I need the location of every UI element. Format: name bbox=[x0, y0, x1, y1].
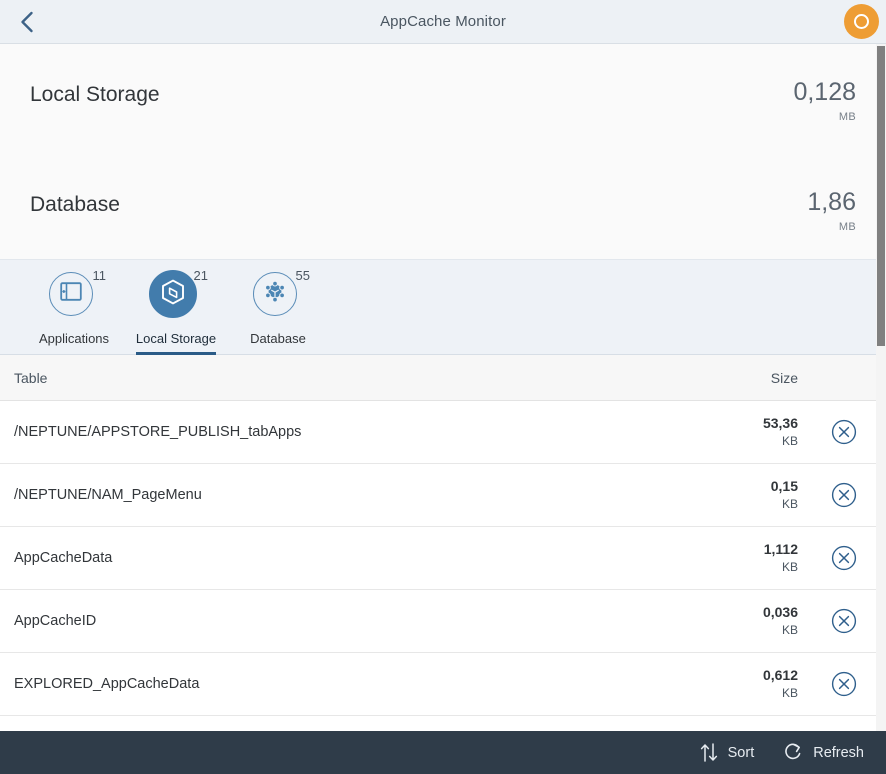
tab-icon-circle bbox=[149, 270, 197, 318]
tab-icon-circle bbox=[49, 272, 93, 316]
table-row[interactable]: /NEPTUNE/NAM_PageMenu 0,15 KB bbox=[0, 464, 886, 527]
table-cell-size: 0,15 KB bbox=[696, 478, 816, 513]
table-cell-size: 0,612 KB bbox=[696, 667, 816, 702]
tab-badge: 21 bbox=[194, 269, 208, 282]
content-scroll-area: Local Storage 0,128 MB Database 1,86 MB bbox=[0, 44, 886, 731]
tab-label: Database bbox=[250, 331, 306, 346]
sort-button[interactable]: Sort bbox=[699, 742, 755, 763]
cube-icon bbox=[161, 279, 185, 310]
table-cell-size: 1,112 KB bbox=[696, 541, 816, 576]
tab-label: Applications bbox=[39, 331, 109, 346]
table-cell-size-unit: KB bbox=[696, 560, 798, 575]
table-cell-action bbox=[816, 671, 872, 697]
table-cell-size-value: 1,112 bbox=[696, 541, 798, 559]
table-cell-action bbox=[816, 482, 872, 508]
tab-label: Local Storage bbox=[136, 331, 216, 346]
summary-item-local-storage: Local Storage 0,128 MB bbox=[0, 44, 886, 154]
tab-badge: 55 bbox=[296, 269, 310, 282]
column-header-size[interactable]: Size bbox=[696, 370, 816, 386]
table-row[interactable]: AppCacheID 0,036 KB bbox=[0, 590, 886, 653]
sort-arrows-icon bbox=[699, 742, 719, 763]
table-cell-action bbox=[816, 419, 872, 445]
tab-applications[interactable]: 11 Applications bbox=[30, 260, 118, 355]
table-cell-name: AppCacheData bbox=[14, 550, 696, 566]
storage-summary: Local Storage 0,128 MB Database 1,86 MB bbox=[0, 44, 886, 259]
table-cell-action bbox=[816, 608, 872, 634]
table-cell-size-unit: KB bbox=[696, 686, 798, 701]
tab-icon-group: 55 bbox=[247, 272, 309, 320]
table-cell-name: /NEPTUNE/APPSTORE_PUBLISH_tabApps bbox=[14, 424, 696, 440]
tab-local-storage[interactable]: 21 Local Storage bbox=[132, 260, 220, 355]
table-cell-size-unit: KB bbox=[696, 434, 798, 449]
summary-value-group: 0,128 MB bbox=[793, 80, 856, 123]
tab-badge: 11 bbox=[93, 269, 107, 282]
summary-item-database: Database 1,86 MB bbox=[0, 154, 886, 259]
table-cell-name: AppCacheID bbox=[14, 613, 696, 629]
icon-tab-bar: 11 Applications 21 bbox=[0, 259, 886, 355]
summary-unit: MB bbox=[807, 222, 856, 233]
tab-database[interactable]: 55 Database bbox=[234, 260, 322, 355]
table-cell-name: /NEPTUNE/NAM_PageMenu bbox=[14, 487, 696, 503]
table-header: Table Size bbox=[0, 355, 886, 401]
back-button[interactable] bbox=[10, 6, 42, 38]
table-cell-size: 53,36 KB bbox=[696, 415, 816, 450]
table-row[interactable]: /NEPTUNE/APPSTORE_PUBLISH_tabApps 53,36 … bbox=[0, 401, 886, 464]
summary-value: 1,86 bbox=[807, 190, 856, 215]
refresh-button-label: Refresh bbox=[813, 745, 864, 761]
summary-value-group: 1,86 MB bbox=[807, 190, 856, 233]
delete-circle-icon[interactable] bbox=[831, 482, 857, 508]
table-cell-action bbox=[816, 545, 872, 571]
delete-circle-icon[interactable] bbox=[831, 671, 857, 697]
table-cell-size-unit: KB bbox=[696, 623, 798, 638]
appcache-monitor-app: AppCache Monitor Local Storage 0,128 MB … bbox=[0, 0, 886, 774]
delete-circle-icon[interactable] bbox=[831, 608, 857, 634]
table-cell-name: EXPLORED_AppCacheData bbox=[14, 676, 696, 692]
delete-circle-icon[interactable] bbox=[831, 419, 857, 445]
database-icon bbox=[263, 280, 287, 309]
refresh-button[interactable]: Refresh bbox=[784, 742, 864, 763]
tab-active-underline bbox=[136, 352, 216, 355]
summary-unit: MB bbox=[793, 112, 856, 123]
table-row[interactable]: EXPLORED_AppCacheData 0,612 KB bbox=[0, 653, 886, 716]
summary-label: Local Storage bbox=[30, 80, 160, 105]
footer-toolbar: Sort Refresh bbox=[0, 731, 886, 774]
page-title: AppCache Monitor bbox=[0, 13, 886, 30]
tab-icon-group: 21 bbox=[145, 272, 207, 320]
summary-label: Database bbox=[30, 190, 120, 215]
scrollbar-thumb[interactable] bbox=[877, 46, 885, 346]
app-header: AppCache Monitor bbox=[0, 0, 886, 44]
table-body: /NEPTUNE/APPSTORE_PUBLISH_tabApps 53,36 … bbox=[0, 401, 886, 731]
table-cell-size: 0,036 KB bbox=[696, 604, 816, 639]
table-cell-size-value: 53,36 bbox=[696, 415, 798, 433]
tab-icon-circle bbox=[253, 272, 297, 316]
table-cell-size-unit: KB bbox=[696, 497, 798, 512]
window-icon bbox=[60, 282, 82, 306]
avatar[interactable] bbox=[844, 4, 879, 39]
chevron-left-icon bbox=[18, 10, 35, 34]
vertical-scrollbar[interactable] bbox=[876, 44, 886, 731]
column-header-table[interactable]: Table bbox=[14, 370, 696, 386]
delete-circle-icon[interactable] bbox=[831, 545, 857, 571]
user-avatar-icon bbox=[854, 14, 869, 29]
table-cell-size-value: 0,15 bbox=[696, 478, 798, 496]
table-row[interactable]: AppCacheData 1,112 KB bbox=[0, 527, 886, 590]
refresh-icon bbox=[784, 742, 804, 763]
sort-button-label: Sort bbox=[728, 745, 755, 761]
table-cell-size-value: 0,612 bbox=[696, 667, 798, 685]
summary-value: 0,128 bbox=[793, 80, 856, 105]
tab-icon-group: 11 bbox=[43, 272, 105, 320]
table-cell-size-value: 0,036 bbox=[696, 604, 798, 622]
